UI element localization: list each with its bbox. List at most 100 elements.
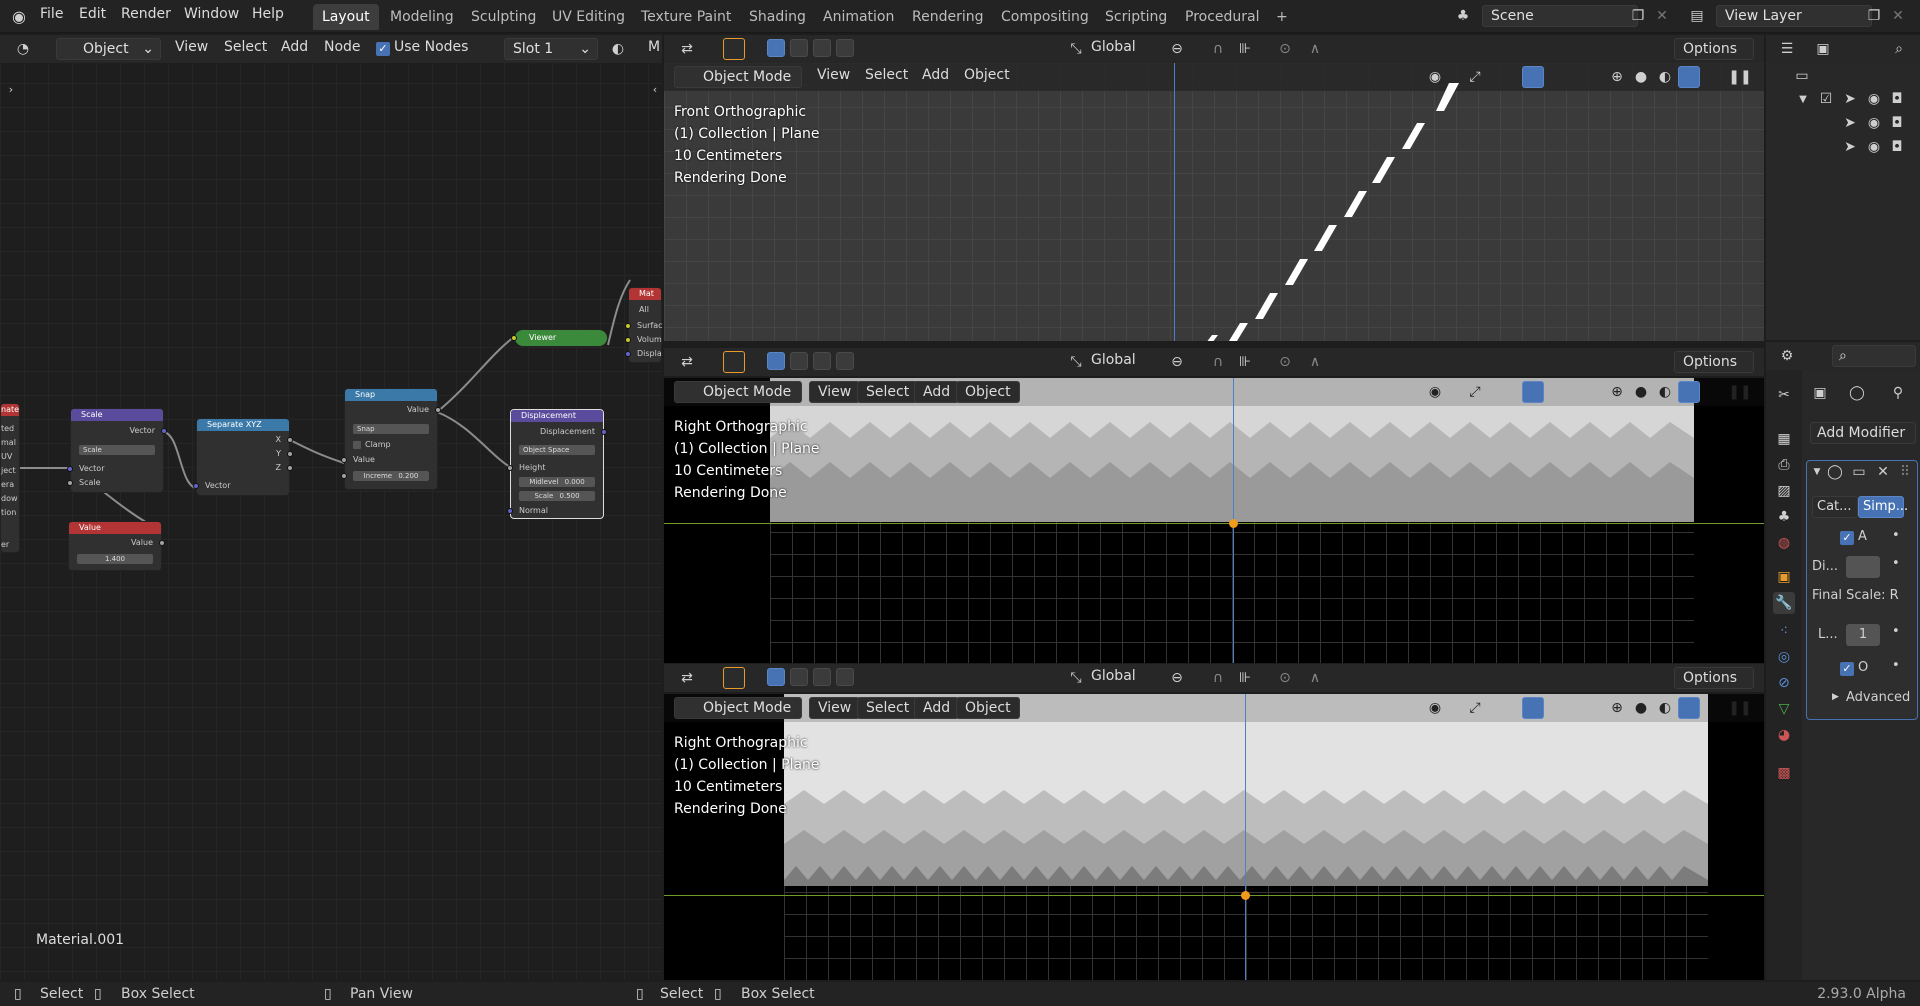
vp-menu-select[interactable]: Select <box>865 67 908 83</box>
solid-shading-icon[interactable]: ● <box>1630 66 1652 88</box>
close-icon[interactable]: ✕ <box>1887 5 1909 27</box>
subtract-select-icon[interactable] <box>813 39 831 57</box>
orientation-icon[interactable]: ⤡ <box>1065 351 1087 373</box>
proportional-editing-icon[interactable]: ⊙ <box>1274 351 1296 373</box>
operation-dropdown[interactable]: Snap <box>353 424 429 434</box>
options-dropdown[interactable]: Options <box>1674 38 1754 60</box>
tab-simple[interactable]: Simp... <box>1858 496 1908 518</box>
properties-editor[interactable]: ⚙ ⌕ ✂ ▦ ⎙ ▨ ♣ ◍ ▣ 🔧 ⁖ ◎ ⊘ ▽ ◕ ▩ ▣ ◯ ⚲ Ad… <box>1766 342 1920 980</box>
physics-tab-icon[interactable]: ◎ <box>1773 646 1795 668</box>
eye-icon[interactable]: ◉ <box>1863 136 1885 158</box>
tab-catmull-clark[interactable]: Cat... <box>1812 496 1858 518</box>
node-displacement[interactable]: Displacement Displacement Object Space H… <box>507 409 607 519</box>
tab-compositing[interactable]: Compositing <box>992 4 1098 30</box>
intersect-select-icon[interactable] <box>836 352 854 370</box>
keyframe-dot-icon[interactable]: • <box>1892 556 1900 571</box>
intersect-select-icon[interactable] <box>836 39 854 57</box>
extend-select-icon[interactable] <box>790 39 808 57</box>
tool-tab-icon[interactable]: ✂ <box>1773 384 1795 406</box>
menu-file[interactable]: File <box>40 6 63 22</box>
vp-menu-add[interactable]: Add <box>914 381 960 403</box>
tab-modeling[interactable]: Modeling <box>381 4 463 30</box>
object-tab-icon[interactable]: ▣ <box>1773 566 1795 588</box>
vp-menu-add[interactable]: Add <box>914 697 960 719</box>
orientation-dropdown[interactable]: Global <box>1091 668 1136 684</box>
pivot-icon[interactable]: ⊖ <box>1166 38 1188 60</box>
tab-rendering[interactable]: Rendering <box>903 4 993 30</box>
falloff-icon[interactable]: ∧ <box>1304 351 1326 373</box>
proportional-editing-icon[interactable]: ⊙ <box>1274 38 1296 60</box>
optimal-display-checkbox[interactable]: ✓ <box>1840 662 1854 676</box>
visibility-icon[interactable]: ◉ <box>1424 697 1446 719</box>
socket[interactable] <box>511 335 517 341</box>
rendered-shading-icon[interactable] <box>1678 66 1700 88</box>
extend-select-icon[interactable] <box>790 668 808 686</box>
expand-icon[interactable]: ▶ <box>1832 692 1839 702</box>
viewport-right-1[interactable]: Object Mode View Select Add Object ◉ ⤢ ⊕… <box>664 378 1764 663</box>
add-modifier-dropdown[interactable]: Add Modifier <box>1810 422 1916 444</box>
tab-layout[interactable]: Layout <box>313 4 379 30</box>
scene-field[interactable]: Scene <box>1482 5 1638 27</box>
scene-tab-icon[interactable]: ♣ <box>1773 506 1795 528</box>
scene-icon[interactable]: ♣ <box>1452 5 1474 27</box>
keyframe-dot-icon[interactable]: • <box>1892 528 1900 543</box>
vp-menu-object[interactable]: Object <box>956 381 1020 403</box>
wireframe-shading-icon[interactable]: ⊕ <box>1606 697 1628 719</box>
material-tab-icon[interactable]: ◕ <box>1773 724 1795 746</box>
vp-menu-select[interactable]: Select <box>857 697 919 719</box>
advanced-subpanel[interactable]: Advanced <box>1846 690 1910 705</box>
menu-help[interactable]: Help <box>252 6 284 22</box>
camera-icon[interactable]: ◘ <box>1886 112 1908 134</box>
solid-shading-icon[interactable]: ● <box>1630 381 1652 403</box>
wireframe-shading-icon[interactable]: ⊕ <box>1606 381 1628 403</box>
proportional-editing-icon[interactable]: ⊙ <box>1274 667 1296 689</box>
drag-handle-icon[interactable]: ⠿ <box>1894 461 1916 483</box>
origin-point[interactable] <box>1229 519 1238 528</box>
space-dropdown[interactable]: Object Space <box>519 445 595 455</box>
socket[interactable] <box>625 323 631 329</box>
tab-texture-paint[interactable]: Texture Paint <box>632 4 740 30</box>
select-tool-icon[interactable] <box>723 351 745 373</box>
socket[interactable] <box>67 480 73 486</box>
socket[interactable] <box>507 465 513 471</box>
editor-type-icon[interactable]: ☰ <box>1776 38 1798 60</box>
snap-icon[interactable]: ∩ <box>1207 351 1229 373</box>
collection-checkbox-icon[interactable]: ☑ <box>1815 88 1837 110</box>
material-shading-icon[interactable]: ◐ <box>1654 697 1676 719</box>
snap-icon[interactable]: ∩ <box>1207 667 1229 689</box>
modifier-tab-icon[interactable]: 🔧 <box>1773 592 1795 614</box>
pin-icon[interactable]: ⚲ <box>1887 382 1909 404</box>
vp-menu-select[interactable]: Select <box>857 381 919 403</box>
close-icon[interactable]: ✕ <box>1872 461 1894 483</box>
vp-menu-view[interactable]: View <box>809 381 861 403</box>
value-field[interactable]: 1.400 <box>77 554 153 564</box>
select-arrow-icon[interactable]: ➤ <box>1839 88 1861 110</box>
dicing-field[interactable] <box>1846 556 1880 578</box>
eye-icon[interactable]: ◉ <box>1863 112 1885 134</box>
pause-icon[interactable]: ❚❚ <box>1728 381 1751 403</box>
intersect-select-icon[interactable] <box>836 668 854 686</box>
tab-uv-editing[interactable]: UV Editing <box>543 4 634 30</box>
vp-menu-view[interactable]: View <box>817 67 850 83</box>
subtract-select-icon[interactable] <box>813 668 831 686</box>
select-arrow-icon[interactable]: ➤ <box>1839 136 1861 158</box>
mode-dropdown[interactable]: Object Mode <box>674 381 802 403</box>
snap-increment-icon[interactable]: ⊪ <box>1234 351 1256 373</box>
levels-field[interactable]: 1 <box>1846 624 1880 646</box>
overlay-icon[interactable] <box>1522 66 1544 88</box>
add-workspace-button[interactable]: + <box>1267 4 1297 30</box>
transform-pivot-icon[interactable]: ⇄ <box>676 667 698 689</box>
select-tool-icon[interactable] <box>723 38 745 60</box>
scale-field[interactable]: Scale 0.500 <box>519 491 595 501</box>
select-tool-icon[interactable] <box>723 667 745 689</box>
socket[interactable] <box>625 337 631 343</box>
wireframe-shading-icon[interactable]: ⊕ <box>1606 66 1628 88</box>
snap-increment-icon[interactable]: ⊪ <box>1234 38 1256 60</box>
node-separate-xyz[interactable]: Separate XYZ X Y Z Vector <box>193 418 293 496</box>
close-icon[interactable]: ✕ <box>1651 5 1673 27</box>
eye-icon[interactable]: ◉ <box>1863 88 1885 110</box>
orientation-icon[interactable]: ⤡ <box>1065 667 1087 689</box>
particles-tab-icon[interactable]: ⁖ <box>1773 620 1795 642</box>
origin-point[interactable] <box>1241 891 1250 900</box>
mode-dropdown[interactable]: Object Mode <box>674 697 802 719</box>
